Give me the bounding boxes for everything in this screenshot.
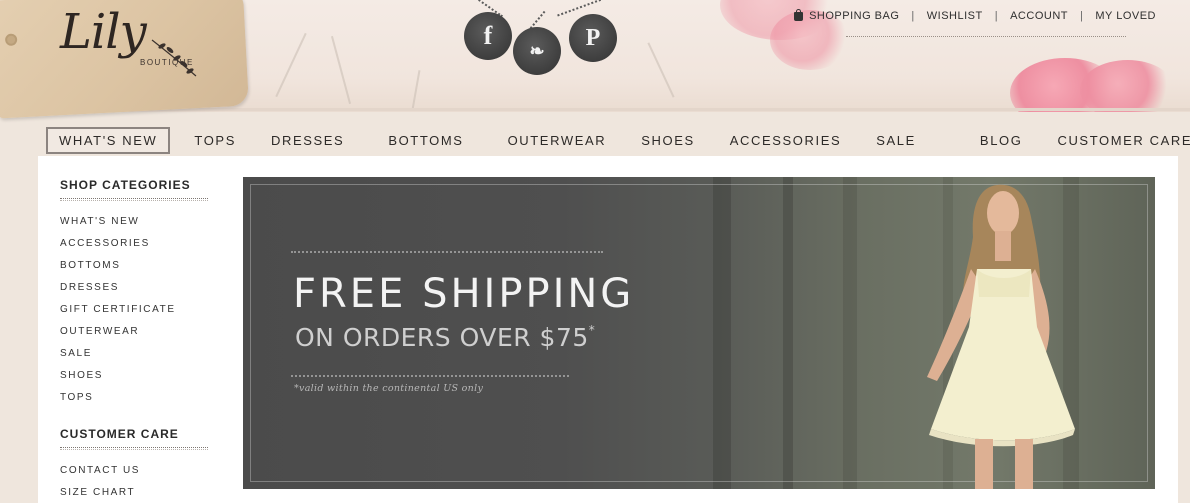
facebook-icon[interactable]: f bbox=[464, 12, 512, 60]
link-separator: | bbox=[1079, 10, 1084, 22]
sidebar-item-sale[interactable]: SALE bbox=[60, 348, 92, 359]
banner-divider bbox=[291, 251, 603, 253]
link-separator: | bbox=[911, 10, 915, 22]
asterisk: * bbox=[588, 323, 596, 337]
nav-shoes[interactable]: SHOES bbox=[630, 129, 706, 152]
nav-sale[interactable]: SALE bbox=[865, 129, 927, 152]
nav-bottoms[interactable]: BOTTOMS bbox=[377, 129, 474, 152]
sidebar-item-contact-us[interactable]: CONTACT US bbox=[60, 465, 140, 476]
nav-outerwear[interactable]: OUTERWEAR bbox=[497, 129, 618, 152]
customer-care-list: CONTACT US SIZE CHART bbox=[60, 464, 212, 503]
nav-dresses[interactable]: DRESSES bbox=[260, 129, 355, 152]
nav-accessories[interactable]: ACCESSORIES bbox=[719, 129, 853, 152]
heading-divider bbox=[60, 198, 208, 201]
customer-care-heading: CUSTOMER CARE bbox=[60, 427, 179, 441]
sidebar-item-shoes[interactable]: SHOES bbox=[60, 370, 103, 381]
utility-links: SHOPPING BAG | WISHLIST | ACCOUNT | MY L… bbox=[794, 8, 1156, 22]
wishlist-link[interactable]: WISHLIST bbox=[927, 10, 983, 22]
account-link[interactable]: ACCOUNT bbox=[1010, 10, 1068, 22]
sidebar-item-bottoms[interactable]: BOTTOMS bbox=[60, 260, 120, 271]
sidebar-item-accessories[interactable]: ACCESSORIES bbox=[60, 238, 150, 249]
shopping-bag-icon bbox=[794, 8, 804, 21]
bird-icon[interactable]: ❧ bbox=[513, 27, 561, 75]
banner-headline: FREE SHIPPING bbox=[293, 271, 635, 317]
main-nav: WHAT'S NEW TOPS DRESSES BOTTOMS OUTERWEA… bbox=[46, 126, 1190, 154]
sidebar-item-size-chart[interactable]: SIZE CHART bbox=[60, 487, 135, 498]
utility-divider bbox=[846, 36, 1126, 37]
main-content: SHOP CATEGORIES WHAT'S NEW ACCESSORIES B… bbox=[38, 156, 1178, 503]
branch-icon bbox=[151, 39, 197, 77]
sidebar-item-tops[interactable]: TOPS bbox=[60, 392, 93, 403]
sidebar-item-outerwear[interactable]: OUTERWEAR bbox=[60, 326, 139, 337]
banner-disclaimer: *valid within the continental US only bbox=[294, 383, 484, 394]
my-loved-link[interactable]: MY LOVED bbox=[1095, 10, 1156, 22]
sidebar-item-whats-new[interactable]: WHAT'S NEW bbox=[60, 216, 139, 227]
pinterest-icon[interactable]: P bbox=[569, 14, 617, 62]
model-photo bbox=[927, 184, 1075, 489]
shop-categories-heading: SHOP CATEGORIES bbox=[60, 178, 191, 192]
sidebar: SHOP CATEGORIES WHAT'S NEW ACCESSORIES B… bbox=[60, 178, 212, 503]
nav-customer-care[interactable]: CUSTOMER CARE bbox=[1046, 129, 1190, 152]
sidebar-item-gift-certificate[interactable]: GIFT CERTIFICATE bbox=[60, 304, 176, 315]
sidebar-item-dresses[interactable]: DRESSES bbox=[60, 282, 119, 293]
nav-whats-new[interactable]: WHAT'S NEW bbox=[46, 126, 171, 154]
tag-hole bbox=[4, 33, 18, 47]
shopping-bag-link[interactable]: SHOPPING BAG bbox=[809, 10, 899, 22]
nav-tops[interactable]: TOPS bbox=[183, 129, 247, 152]
link-separator: | bbox=[994, 10, 999, 22]
banner-divider bbox=[291, 375, 569, 377]
banner-subline: ON ORDERS OVER $75* bbox=[295, 323, 596, 352]
heading-divider bbox=[60, 447, 208, 450]
free-shipping-banner[interactable]: FREE SHIPPING ON ORDERS OVER $75* *valid… bbox=[243, 177, 1155, 489]
logo-text[interactable]: Lily bbox=[60, 4, 147, 60]
shop-categories-list: WHAT'S NEW ACCESSORIES BOTTOMS DRESSES G… bbox=[60, 215, 212, 413]
nav-blog[interactable]: BLOG bbox=[969, 129, 1034, 152]
